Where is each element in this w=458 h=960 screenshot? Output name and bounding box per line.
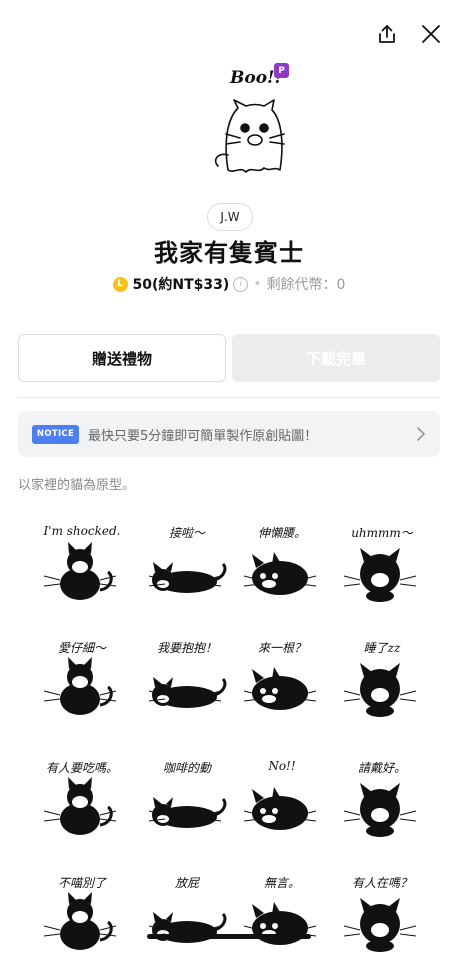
sticker-caption: 來一根？ xyxy=(257,641,306,655)
home-indicator xyxy=(147,934,311,939)
sticker-item[interactable]: 我要抱抱！ xyxy=(135,625,235,725)
sticker-item[interactable]: 咖啡的動 xyxy=(135,745,235,845)
sticker-item[interactable]: 不喵別了 xyxy=(30,860,130,960)
sticker-caption: 放屁 xyxy=(174,876,199,890)
notice-banner[interactable]: NOTICE 最快只要5分鐘即可簡單製作原創貼圖！ xyxy=(18,411,440,457)
sticker-item[interactable]: 無言。 xyxy=(230,860,330,960)
sticker-caption: 愛仔細～ xyxy=(57,641,106,655)
sticker-item[interactable]: I'm shocked. xyxy=(30,510,130,610)
sticker-caption: 接啦～ xyxy=(168,526,205,540)
sticker-caption: 請戴好。 xyxy=(357,761,406,775)
premium-badge: P xyxy=(274,63,289,78)
sticker-item[interactable]: 睡了zz xyxy=(330,625,430,725)
info-icon[interactable]: i xyxy=(233,276,249,292)
sticker-caption: 無言。 xyxy=(263,876,300,890)
sticker-caption: No!! xyxy=(268,759,296,773)
main-sticker-image: Boo!! xyxy=(200,60,300,185)
sticker-caption: I'm shocked. xyxy=(43,524,121,538)
sticker-item[interactable]: 愛仔細～ xyxy=(30,625,130,725)
sticker-item[interactable]: 來一根？ xyxy=(230,625,330,725)
sticker-item[interactable]: 伸懶腰。 xyxy=(230,510,330,610)
sticker-item[interactable]: uhmmm～ xyxy=(330,510,430,610)
sticker-item[interactable]: 放屁 xyxy=(135,860,235,960)
sticker-item[interactable]: 有人要吃嗎。 xyxy=(30,745,130,845)
sticker-caption: 有人在嗎？ xyxy=(351,876,412,890)
send-gift-button[interactable]: 贈送禮物 xyxy=(18,334,226,382)
sticker-caption: 伸懶腰。 xyxy=(257,526,306,540)
sticker-caption: 我要抱抱！ xyxy=(156,641,217,655)
notice-text: 最快只要5分鐘即可簡單製作原創貼圖！ xyxy=(88,428,318,444)
chevron-right-icon xyxy=(417,427,425,441)
price-label: 50(約NT$33) xyxy=(132,277,230,293)
sticker-grid: I'm shocked. 接啦～ 伸懶腰。 uhmmm～ 愛仔細～ 我要抱抱！ 來一根？ 睡了… xyxy=(18,500,458,952)
sticker-caption: 不喵別了 xyxy=(57,876,106,890)
sticker-item[interactable]: 有人在嗎？ xyxy=(330,860,430,960)
sticker-description: 以家裡的貓為原型。 xyxy=(18,478,136,493)
sticker-item[interactable]: 請戴好。 xyxy=(330,745,430,845)
share-icon xyxy=(379,25,395,43)
sticker-caption: 咖啡的動 xyxy=(162,761,211,775)
close-button[interactable] xyxy=(415,18,447,50)
sticker-title: 我家有隻賓士 xyxy=(154,239,304,267)
divider xyxy=(18,397,440,398)
coin-icon: L xyxy=(112,276,128,292)
coin-balance: 剩餘代幣：0 xyxy=(266,277,346,293)
download-complete-button[interactable]: 下載完畢 xyxy=(232,334,440,382)
notice-badge: NOTICE xyxy=(32,424,79,444)
close-icon xyxy=(422,25,440,43)
sticker-item[interactable]: 接啦～ xyxy=(135,510,235,610)
sticker-caption: uhmmm～ xyxy=(351,526,413,540)
author-link[interactable]: J.W xyxy=(207,203,253,231)
sticker-caption: 有人要吃嗎。 xyxy=(45,761,118,775)
price-row: L 50(約NT$33) i • 剩餘代幣：0 xyxy=(0,273,458,295)
separator-dot: • xyxy=(253,276,262,292)
share-button[interactable] xyxy=(371,18,403,50)
sticker-item[interactable]: No!! xyxy=(230,745,330,845)
sticker-caption: 睡了zz xyxy=(363,641,401,655)
